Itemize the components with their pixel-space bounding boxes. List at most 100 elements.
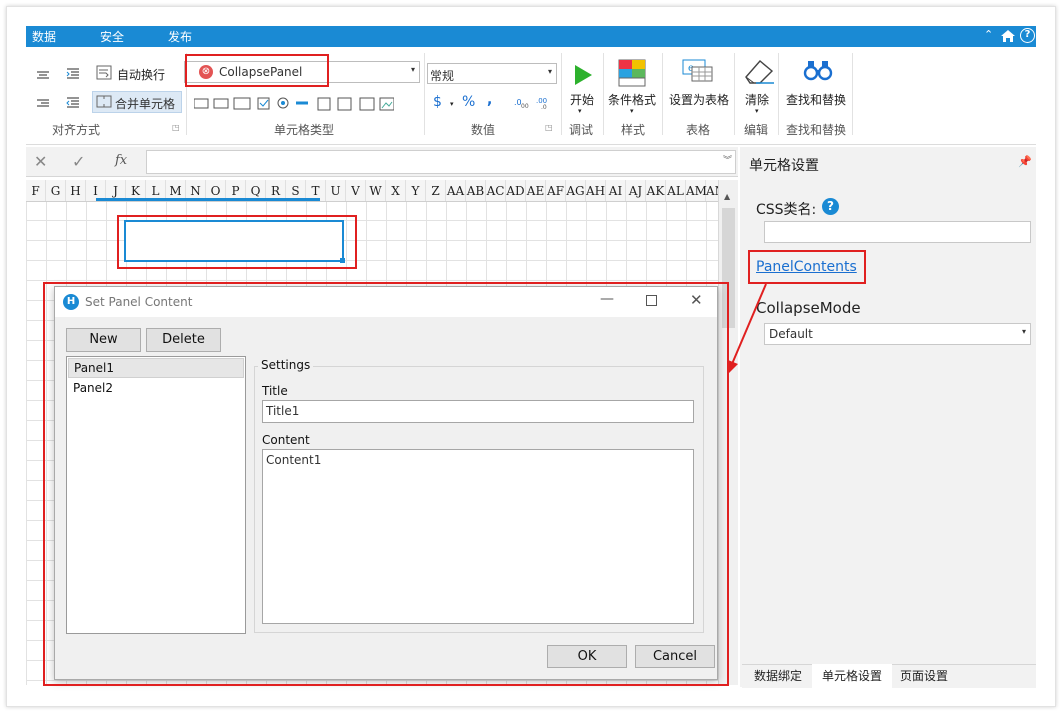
column-header-cell[interactable]: G <box>46 180 66 201</box>
decrease-decimal-icon[interactable]: .00.0 <box>536 95 552 109</box>
column-header-cell[interactable]: AM <box>686 180 707 201</box>
tab-data-binding[interactable]: 数据绑定 <box>754 666 802 686</box>
css-class-input[interactable] <box>764 221 1031 243</box>
column-header-cell[interactable]: U <box>326 180 346 201</box>
merge-cells-button[interactable]: 合并单元格 <box>92 91 182 113</box>
tab-cell-settings[interactable]: 单元格设置 <box>822 666 882 686</box>
tab-data[interactable]: 数据 <box>32 28 56 45</box>
indent-icon[interactable] <box>66 67 80 79</box>
annotation-arrow <box>728 283 767 374</box>
align-right-icon[interactable] <box>36 97 50 109</box>
comma-button[interactable]: , <box>487 92 492 108</box>
dialog-launcher-icon[interactable]: ◳ <box>545 123 553 132</box>
merge-cells-icon <box>96 95 112 108</box>
cell-type-icons <box>193 97 395 111</box>
set-as-table-button[interactable]: 设置为表格 <box>669 91 729 108</box>
column-header-cell[interactable]: X <box>386 180 406 201</box>
panel-title: 单元格设置 <box>749 158 819 174</box>
cell-type-highlight <box>185 54 329 87</box>
column-header-cell[interactable]: AK <box>646 180 666 201</box>
number-format-select[interactable]: 常规 ▾ <box>427 63 557 84</box>
start-button[interactable]: 开始 <box>570 91 594 108</box>
ribbon: 自动换行 合并单元格 对齐方式 ◳ ⊗ CollapsePanel ▾ 单元格类… <box>26 47 1036 145</box>
find-group-label: 查找和替换 <box>786 123 847 137</box>
expand-formula-icon[interactable]: ︾ <box>723 153 732 166</box>
column-header-cell[interactable]: AE <box>526 180 546 201</box>
column-header-cell[interactable]: AL <box>666 180 686 201</box>
binoculars-icon[interactable] <box>802 59 834 81</box>
merge-cells-label: 合并单元格 <box>115 97 176 111</box>
auto-wrap-button[interactable]: 自动换行 <box>117 66 165 83</box>
find-replace-button[interactable]: 查找和替换 <box>786 91 846 108</box>
tab-security[interactable]: 安全 <box>100 28 124 45</box>
home-icon[interactable] <box>1000 28 1016 44</box>
fx-icon[interactable]: fx <box>115 153 127 168</box>
cell-type-group-label: 单元格类型 <box>274 123 335 137</box>
auto-wrap-icon <box>96 65 112 80</box>
scroll-up-icon[interactable]: ▲ <box>724 192 730 201</box>
chevron-down-icon: ▾ <box>547 67 552 76</box>
column-header-cell[interactable]: AC <box>486 180 506 201</box>
column-header-cell[interactable]: AA <box>446 180 466 201</box>
debug-group-label: 调试 <box>569 123 594 137</box>
table-group-label: 表格 <box>686 123 711 137</box>
column-header-cell[interactable]: AD <box>506 180 526 201</box>
table-icon[interactable]: e <box>682 59 714 83</box>
dialog-launcher-icon[interactable]: ◳ <box>172 123 180 132</box>
column-header-cell[interactable]: AN <box>706 180 718 201</box>
column-header-cell[interactable]: Y <box>406 180 426 201</box>
style-group-label: 样式 <box>621 123 646 137</box>
increase-decimal-icon[interactable]: .0 00 <box>514 95 530 109</box>
percent-button[interactable]: % <box>462 94 475 110</box>
column-header-cell[interactable]: AB <box>466 180 486 201</box>
cell-settings-panel: 单元格设置 📌 CSS类名: ? PanelContents CollapseM… <box>740 147 1036 687</box>
clear-button[interactable]: 清除 <box>745 91 769 108</box>
chevron-down-icon[interactable]: ▾ <box>578 107 582 115</box>
panel-contents-highlight <box>748 250 866 284</box>
column-header-cell[interactable]: F <box>26 180 46 201</box>
chevron-down-icon[interactable]: ▾ <box>755 107 759 115</box>
menu-bar: 数据 安全 发布 ⌃ ? <box>26 26 1036 47</box>
svg-text:00: 00 <box>521 103 529 109</box>
column-header-cell[interactable]: AI <box>606 180 626 201</box>
collapse-ribbon-icon[interactable]: ⌃ <box>984 28 993 41</box>
pin-icon[interactable]: 📌 <box>1018 155 1032 168</box>
cancel-icon[interactable]: ✕ <box>34 152 47 171</box>
tab-publish[interactable]: 发布 <box>168 28 192 45</box>
help-icon[interactable]: ? <box>1020 28 1035 43</box>
tab-page-settings[interactable]: 页面设置 <box>900 666 948 686</box>
chevron-down-icon: ▾ <box>1021 327 1026 336</box>
align-center-icon[interactable] <box>36 69 50 81</box>
column-header-cell[interactable]: Z <box>426 180 446 201</box>
column-header-cell[interactable]: W <box>366 180 386 201</box>
confirm-icon[interactable]: ✓ <box>72 152 85 171</box>
column-header-cell[interactable]: AF <box>546 180 566 201</box>
chevron-down-icon[interactable]: ▾ <box>630 107 634 115</box>
number-format-value: 常规 <box>430 69 455 83</box>
outdent-icon[interactable] <box>66 96 80 108</box>
column-header-cell[interactable]: V <box>346 180 366 201</box>
edit-group-label: 编辑 <box>744 123 769 137</box>
column-header-cell[interactable]: H <box>66 180 86 201</box>
eraser-icon[interactable] <box>742 57 776 85</box>
svg-text:.0: .0 <box>541 104 547 109</box>
align-group-label: 对齐方式 <box>52 123 101 137</box>
currency-button[interactable]: $ <box>433 94 442 110</box>
dialog-highlight <box>43 282 729 686</box>
column-header-cell[interactable]: AG <box>566 180 586 201</box>
play-icon[interactable] <box>572 63 594 87</box>
formula-input[interactable] <box>146 150 736 174</box>
column-header-cell[interactable]: AH <box>586 180 606 201</box>
collapse-mode-value: Default <box>769 327 813 341</box>
column-header-cell[interactable]: AJ <box>626 180 646 201</box>
conditional-format-icon[interactable] <box>618 59 646 87</box>
formula-bar: ✕ ✓ fx ︾ <box>26 147 738 177</box>
chevron-down-icon[interactable]: ▾ <box>450 100 454 108</box>
chevron-down-icon: ▾ <box>410 65 415 74</box>
css-class-label: CSS类名: <box>756 202 817 218</box>
number-group-label: 数值 <box>471 123 496 137</box>
help-icon[interactable]: ? <box>822 198 839 215</box>
selected-columns-indicator <box>96 198 320 201</box>
collapse-mode-select[interactable]: Default ▾ <box>764 323 1031 345</box>
conditional-format-button[interactable]: 条件格式 <box>608 91 656 108</box>
